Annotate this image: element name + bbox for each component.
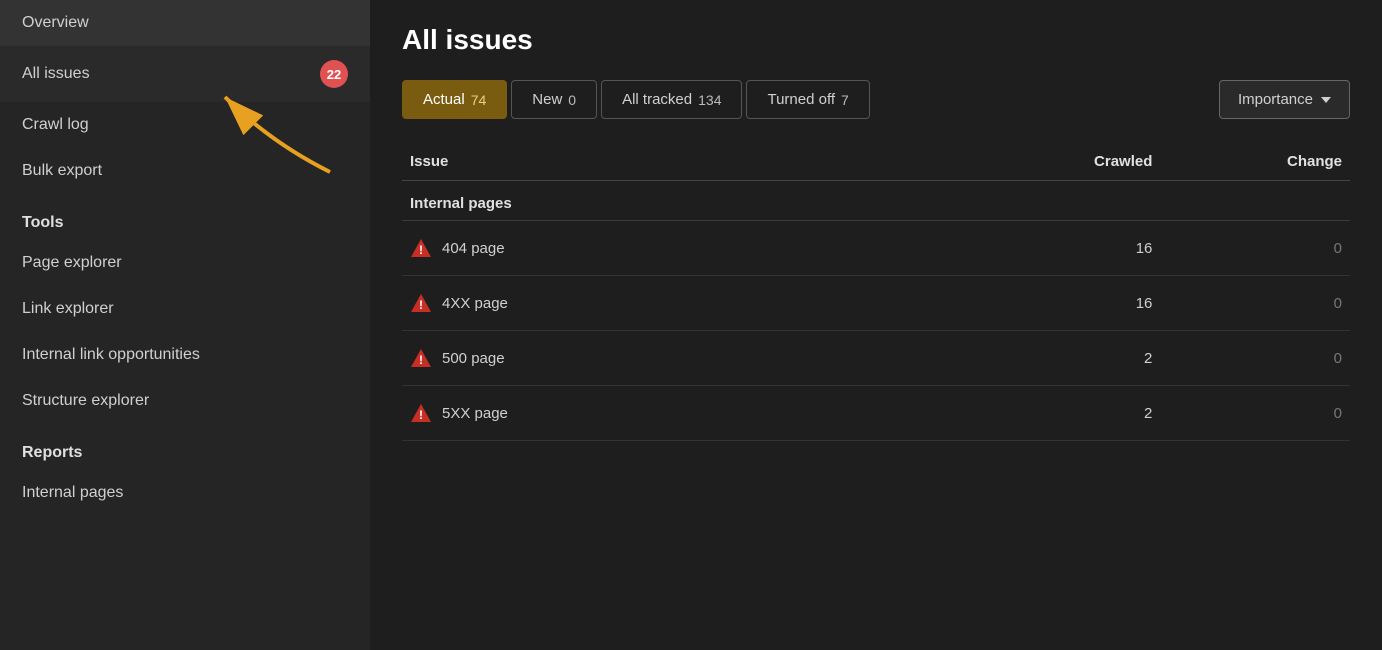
warning-icon: ! — [410, 237, 432, 259]
issue-name: 4XX page — [442, 295, 508, 312]
tab-actual-count: 74 — [471, 92, 487, 108]
change-value: 0 — [1160, 221, 1350, 276]
sidebar-item-label: Structure explorer — [22, 392, 149, 409]
sidebar-item-label: Overview — [22, 14, 89, 31]
tools-section-header: Tools — [0, 194, 370, 240]
all-issues-badge: 22 — [320, 60, 348, 88]
crawled-value: 16 — [971, 276, 1161, 331]
sidebar-item-label: Bulk export — [22, 162, 102, 179]
sidebar-item-structure-explorer[interactable]: Structure explorer — [0, 378, 370, 424]
reports-section-header: Reports — [0, 424, 370, 470]
sidebar-item-label: Crawl log — [22, 116, 89, 133]
issue-name: 500 page — [442, 350, 505, 367]
sidebar-item-crawl-log[interactable]: Crawl log — [0, 102, 370, 148]
table-row[interactable]: ! 5XX page20 — [402, 386, 1350, 441]
tab-all-tracked-count: 134 — [698, 92, 721, 108]
sidebar-item-internal-pages[interactable]: Internal pages — [0, 470, 370, 516]
warning-icon: ! — [410, 347, 432, 369]
tab-new-label: New — [532, 91, 562, 108]
sidebar: Overview All issues 22 Crawl log Bulk ex… — [0, 0, 370, 650]
change-value: 0 — [1160, 386, 1350, 441]
col-crawled: Crawled — [971, 143, 1161, 181]
table-row[interactable]: ! 500 page20 — [402, 331, 1350, 386]
tabs-row: Actual 74 New 0 All tracked 134 Turned o… — [402, 80, 1350, 119]
sidebar-item-bulk-export[interactable]: Bulk export — [0, 148, 370, 194]
svg-text:!: ! — [419, 408, 423, 422]
importance-label: Importance — [1238, 91, 1313, 108]
sidebar-item-page-explorer[interactable]: Page explorer — [0, 240, 370, 286]
table-row[interactable]: ! 4XX page160 — [402, 276, 1350, 331]
sidebar-item-overview[interactable]: Overview — [0, 0, 370, 46]
crawled-value: 2 — [971, 386, 1161, 441]
sidebar-item-label: Internal pages — [22, 484, 123, 501]
main-content: All issues Actual 74 New 0 All tracked 1… — [370, 0, 1382, 650]
tab-new[interactable]: New 0 — [511, 80, 597, 119]
page-title: All issues — [402, 24, 1350, 56]
importance-dropdown[interactable]: Importance — [1219, 80, 1350, 119]
svg-text:!: ! — [419, 298, 423, 312]
issue-name-cell: ! 4XX page — [402, 276, 971, 331]
table-section-header: Internal pages — [402, 181, 1350, 221]
chevron-down-icon — [1321, 97, 1331, 103]
issue-name-cell: ! 404 page — [402, 221, 971, 276]
col-change: Change — [1160, 143, 1350, 181]
sidebar-item-all-issues[interactable]: All issues 22 — [0, 46, 370, 102]
issue-name-cell: ! 500 page — [402, 331, 971, 386]
sidebar-item-label: Internal link opportunities — [22, 346, 200, 363]
svg-text:!: ! — [419, 243, 423, 257]
tab-turned-off-count: 7 — [841, 92, 849, 108]
issue-name: 5XX page — [442, 405, 508, 422]
tab-actual-label: Actual — [423, 91, 465, 108]
tab-new-count: 0 — [568, 92, 576, 108]
tab-turned-off[interactable]: Turned off 7 — [746, 80, 869, 119]
table-row[interactable]: ! 404 page160 — [402, 221, 1350, 276]
crawled-value: 16 — [971, 221, 1161, 276]
issue-name-cell: ! 5XX page — [402, 386, 971, 441]
tab-actual[interactable]: Actual 74 — [402, 80, 507, 119]
tab-all-tracked-label: All tracked — [622, 91, 692, 108]
change-value: 0 — [1160, 331, 1350, 386]
sidebar-item-link-explorer[interactable]: Link explorer — [0, 286, 370, 332]
sidebar-item-label: Link explorer — [22, 300, 114, 317]
tab-turned-off-label: Turned off — [767, 91, 835, 108]
issues-table: Issue Crawled Change Internal pages ! 40… — [402, 143, 1350, 441]
tab-all-tracked[interactable]: All tracked 134 — [601, 80, 742, 119]
sidebar-item-label: All issues — [22, 65, 90, 83]
crawled-value: 2 — [971, 331, 1161, 386]
change-value: 0 — [1160, 276, 1350, 331]
warning-icon: ! — [410, 402, 432, 424]
sidebar-item-internal-link-opportunities[interactable]: Internal link opportunities — [0, 332, 370, 378]
col-issue: Issue — [402, 143, 971, 181]
sidebar-item-label: Page explorer — [22, 254, 122, 271]
warning-icon: ! — [410, 292, 432, 314]
svg-text:!: ! — [419, 353, 423, 367]
issue-name: 404 page — [442, 240, 505, 257]
